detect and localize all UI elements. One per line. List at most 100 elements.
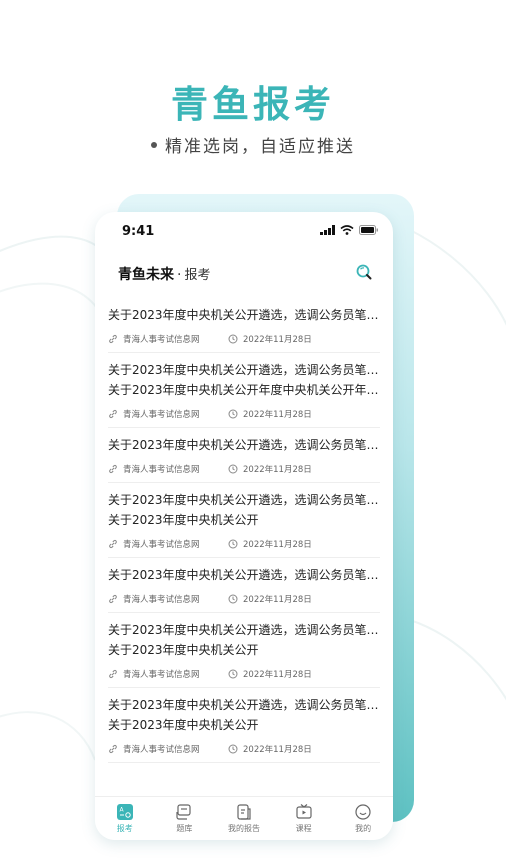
article-date-text: 2022年11月28日: [243, 465, 312, 475]
article-meta: 青海人事考试信息网 2022年11月28日: [108, 462, 380, 476]
article-date: 2022年11月28日: [228, 538, 312, 550]
article-meta: 青海人事考试信息网 2022年11月28日: [108, 537, 380, 551]
article-meta: 青海人事考试信息网 2022年11月28日: [108, 592, 380, 606]
link-icon: [109, 409, 117, 419]
bottom-tab-bar: A 报考 题库 我的报告 课程 我的: [95, 796, 393, 840]
signal-icon: [320, 225, 335, 235]
hero-subtitle: 精准选岗，自适应推送: [0, 132, 506, 157]
article-title-line1: 关于2023年度中央机关公开遴选，选调公务员笔试延期: [108, 698, 380, 712]
tab-report[interactable]: 我的报告: [214, 797, 274, 840]
article-title-line2: 关于2023年度中央机关公开: [108, 513, 259, 527]
tab-course-tv[interactable]: 课程: [274, 797, 334, 840]
tab-register[interactable]: A 报考: [95, 797, 155, 840]
app-header: 青鱼未来 · 报考: [95, 258, 393, 290]
phone-screen: 9:41 青鱼未来 · 报考 关于2023年度中央机关公开遴选，选调公务员笔试延期青…: [95, 212, 393, 840]
report-icon: [235, 803, 253, 821]
article-meta: 青海人事考试信息网 2022年11月28日: [108, 332, 380, 346]
tab-question-bank[interactable]: 题库: [155, 797, 215, 840]
tab-label: 报考: [116, 824, 133, 833]
tab-label: 我的报告: [227, 824, 260, 833]
question-bank-icon: [175, 803, 193, 821]
article-date: 2022年11月28日: [228, 743, 312, 755]
article-title-line1: 关于2023年度中央机关公开遴选，选调公务员笔试延期: [108, 623, 380, 637]
article-source-text: 青海人事考试信息网: [123, 335, 200, 345]
article-date-text: 2022年11月28日: [243, 595, 312, 605]
article-title-line1: 关于2023年度中央机关公开遴选，选调公务员笔试延期: [108, 363, 380, 377]
status-bar: 9:41: [95, 212, 393, 252]
article-item[interactable]: 关于2023年度中央机关公开遴选，选调公务员笔试延期青海人事考试信息网 2022年…: [108, 428, 380, 483]
article-title-line1: 关于2023年度中央机关公开遴选，选调公务员笔试延期: [108, 308, 380, 322]
article-meta: 青海人事考试信息网 2022年11月28日: [108, 667, 380, 681]
article-date: 2022年11月28日: [228, 668, 312, 680]
profile-smile-icon: [354, 803, 372, 821]
clock-icon: [228, 594, 238, 604]
article-source-text: 青海人事考试信息网: [123, 540, 200, 550]
clock-icon: [228, 464, 238, 474]
clock-icon: [228, 409, 238, 419]
article-date-text: 2022年11月28日: [243, 540, 312, 550]
article-source: 青海人事考试信息网: [108, 408, 228, 420]
search-icon[interactable]: [355, 263, 373, 281]
article-date: 2022年11月28日: [228, 593, 312, 605]
link-icon: [109, 594, 117, 604]
article-item[interactable]: 关于2023年度中央机关公开遴选，选调公务员笔试延期 关于2023年度中央机关公开…: [108, 613, 380, 688]
article-meta: 青海人事考试信息网 2022年11月28日: [108, 742, 380, 756]
link-icon: [109, 539, 117, 549]
article-item[interactable]: 关于2023年度中央机关公开遴选，选调公务员笔试延期 关于2023年度中央机关公开…: [108, 353, 380, 428]
hero-subtitle-text: 精准选岗，自适应推送: [165, 137, 355, 157]
tab-label: 我的: [355, 824, 372, 833]
bullet-dot-icon: [151, 142, 157, 148]
article-date: 2022年11月28日: [228, 463, 312, 475]
link-icon: [109, 744, 117, 754]
hero-title: 青鱼报考: [171, 83, 335, 126]
clock-icon: [228, 539, 238, 549]
article-title-line1: 关于2023年度中央机关公开遴选，选调公务员笔试延期: [108, 493, 380, 507]
brand-name: 青鱼未来: [118, 267, 174, 283]
article-source: 青海人事考试信息网: [108, 538, 228, 550]
article-source-text: 青海人事考试信息网: [123, 670, 200, 680]
article-item[interactable]: 关于2023年度中央机关公开遴选，选调公务员笔试延期 关于2023年度中央机关公开…: [108, 483, 380, 558]
article-item[interactable]: 关于2023年度中央机关公开遴选，选调公务员笔试延期青海人事考试信息网 2022年…: [108, 298, 380, 353]
article-source: 青海人事考试信息网: [108, 743, 228, 755]
tab-label: 题库: [176, 824, 193, 833]
link-icon: [109, 464, 117, 474]
article-source: 青海人事考试信息网: [108, 668, 228, 680]
article-date: 2022年11月28日: [228, 333, 312, 345]
article-source: 青海人事考试信息网: [108, 463, 228, 475]
article-source-text: 青海人事考试信息网: [123, 465, 200, 475]
clock-icon: [228, 669, 238, 679]
article-source-text: 青海人事考试信息网: [123, 745, 200, 755]
register-icon: A: [116, 803, 134, 821]
article-source-text: 青海人事考试信息网: [123, 410, 200, 420]
battery-icon: [359, 225, 378, 235]
link-icon: [109, 334, 117, 344]
article-date-text: 2022年11月28日: [243, 335, 312, 345]
brand-title: 青鱼未来 · 报考: [118, 264, 210, 284]
article-title-line1: 关于2023年度中央机关公开遴选，选调公务员笔试延期: [108, 438, 380, 452]
article-source: 青海人事考试信息网: [108, 333, 228, 345]
wifi-icon: [340, 225, 354, 235]
article-date-text: 2022年11月28日: [243, 745, 312, 755]
article-date: 2022年11月28日: [228, 408, 312, 420]
article-title-line2: 关于2023年度中央机关公开年度中央机关公开年度中...: [108, 383, 380, 397]
article-source-text: 青海人事考试信息网: [123, 595, 200, 605]
clock-icon: [228, 744, 238, 754]
brand-separator: ·: [177, 267, 182, 283]
article-title-line1: 关于2023年度中央机关公开遴选，选调公务员笔试延期: [108, 568, 380, 582]
article-date-text: 2022年11月28日: [243, 410, 312, 420]
status-time: 9:41: [122, 224, 155, 239]
status-icons: [320, 225, 379, 235]
article-item[interactable]: 关于2023年度中央机关公开遴选，选调公务员笔试延期青海人事考试信息网 2022年…: [108, 558, 380, 613]
tab-label: 课程: [295, 824, 312, 833]
article-title-line2: 关于2023年度中央机关公开: [108, 643, 259, 657]
article-list: 关于2023年度中央机关公开遴选，选调公务员笔试延期 青海人事考试信息网 2022年…: [108, 298, 380, 763]
link-icon: [109, 669, 117, 679]
article-item[interactable]: 关于2023年度中央机关公开遴选，选调公务员笔试延期 关于2023年度中央机关公开…: [108, 688, 380, 763]
article-title-line2: 关于2023年度中央机关公开: [108, 718, 259, 732]
article-date-text: 2022年11月28日: [243, 670, 312, 680]
article-meta: 青海人事考试信息网 2022年11月28日: [108, 407, 380, 421]
clock-icon: [228, 334, 238, 344]
tab-profile-smile[interactable]: 我的: [333, 797, 393, 840]
article-source: 青海人事考试信息网: [108, 593, 228, 605]
section-name: 报考: [184, 268, 211, 283]
